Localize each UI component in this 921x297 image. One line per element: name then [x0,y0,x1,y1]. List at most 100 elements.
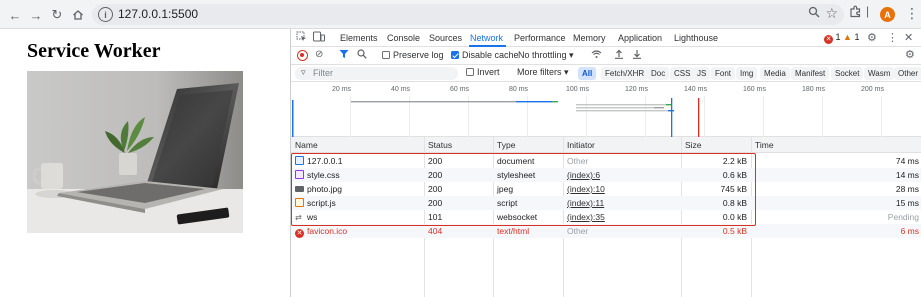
request-name[interactable]: 127.0.0.1 [295,156,342,166]
request-status: 200 [428,156,443,166]
type-filter-font[interactable]: Font [711,67,736,80]
request-time: Pending [887,212,919,222]
request-type: jpeg [497,184,514,194]
search-icon[interactable] [357,49,367,61]
request-status: 200 [428,184,443,194]
timeline-bar-document [351,101,516,103]
back-icon[interactable]: ← [5,5,25,25]
request-size: 2.2 kB [722,156,747,166]
address-bar[interactable]: i 127.0.0.1:5500 ☆ [92,4,844,25]
request-status: 200 [428,170,443,180]
request-name[interactable]: ✕ favicon.ico [295,226,347,238]
reload-icon[interactable]: ↻ [47,5,67,25]
timeline-bar-document-download [516,101,552,103]
tab-elements[interactable]: Elements [340,33,378,43]
type-filter-wasm[interactable]: Wasm [864,67,895,80]
type-filter-js[interactable]: JS [693,67,711,80]
tab-application[interactable]: Application [618,33,662,43]
extensions-icon[interactable] [849,5,862,21]
request-initiator-link[interactable]: (index):35 [567,212,605,222]
error-count: 1 [835,32,841,42]
preserve-log-checkbox[interactable]: Preserve log [382,50,444,60]
request-name[interactable]: script.js [295,198,336,208]
tab-sources[interactable]: Sources [429,33,462,43]
request-name[interactable]: ⇄ ws [295,212,317,222]
filter-funnel-icon[interactable] [339,49,349,61]
inspect-element-icon[interactable] [296,31,307,45]
invert-checkbox[interactable]: Invert [466,67,500,77]
disable-cache-checkbox[interactable]: Disable cache [451,50,519,60]
type-filter-css[interactable]: CSS [670,67,695,80]
throttling-select[interactable]: No throttling ▾ [518,50,574,61]
request-initiator-link[interactable]: (index):10 [567,184,605,194]
request-size: 745 kB [720,184,747,194]
column-header-name[interactable]: Name [295,140,318,150]
request-initiator-link[interactable]: (index):11 [567,198,604,208]
column-header-initiator[interactable]: Initiator [567,140,595,150]
timeline-bar-stylesheet-tail [666,104,671,106]
tab-performance[interactable]: Performance [514,33,566,43]
timeline-waterfall-bars [292,98,700,137]
tab-console[interactable]: Console [387,33,420,43]
request-size: 0.5 kB [722,226,747,236]
forward-icon[interactable]: → [26,5,46,25]
error-icon: ✕ [295,229,304,238]
type-filter-img[interactable]: Img [736,67,758,80]
page-heading: Service Worker [27,40,161,62]
export-har-icon[interactable] [632,49,642,61]
network-conditions-icon[interactable] [591,49,602,61]
tab-lighthouse[interactable]: Lighthouse [674,33,718,43]
zoom-icon[interactable] [808,6,820,21]
profile-avatar[interactable]: A [880,7,895,22]
type-filter-fetch-xhr[interactable]: Fetch/XHR [601,67,649,80]
column-header-status[interactable]: Status [428,140,452,150]
issues-badge[interactable]: ✕ 1 ▲ 1 [824,32,860,44]
network-settings-gear-icon[interactable]: ⚙ [905,48,915,61]
address-url[interactable]: 127.0.0.1:5500 [118,7,198,21]
devtools-menu-icon[interactable]: ⋮ [887,31,898,44]
type-filter-all[interactable]: All [578,67,597,80]
browser-menu-icon[interactable]: ⋮ [905,5,919,22]
type-filter-socket[interactable]: Socket [831,67,864,80]
type-filter-manifest[interactable]: Manifest [791,67,830,80]
type-filter-doc[interactable]: Doc [647,67,670,80]
request-time: 74 ms [895,156,919,166]
table-row[interactable]: ✕ favicon.ico 404 text/html Other 0.5 kB … [291,224,921,238]
clear-icon[interactable]: ⊘ [315,49,323,60]
site-info-icon[interactable]: i [98,7,113,22]
tab-memory[interactable]: Memory [573,33,606,43]
websocket-icon: ⇄ [295,213,302,222]
tab-network[interactable]: Network [470,33,503,43]
request-initiator-link[interactable]: (index):6 [567,170,600,180]
device-toolbar-icon[interactable] [313,31,325,45]
type-filter-other[interactable]: Other [894,67,921,80]
filter-input[interactable]: ▿ Filter [295,67,458,80]
throttling-value: No throttling [518,50,567,60]
request-type: document [497,156,535,166]
column-header-size[interactable]: Size [685,140,702,150]
table-row[interactable]: 127.0.0.1 200 document Other 2.2 kB 74 m… [291,154,921,168]
network-overview-timeline[interactable]: 20 ms 40 ms 60 ms 80 ms 100 ms 120 ms 14… [291,82,921,137]
type-filter-media[interactable]: Media [760,67,790,80]
request-status: 404 [428,226,443,236]
import-har-icon[interactable] [614,49,624,61]
table-row[interactable]: ⇄ ws 101 websocket (index):35 0.0 kB Pend… [291,210,921,224]
record-icon[interactable] [297,50,308,61]
request-name[interactable]: style.css [295,170,340,180]
settings-gear-icon[interactable]: ⚙ [867,31,877,44]
bookmark-star-icon[interactable]: ☆ [825,5,838,22]
laptop-photo [27,71,243,233]
home-icon[interactable] [68,5,88,25]
browser-toolbar: ← → ↻ i 127.0.0.1:5500 ☆ | A ⋮ [0,0,921,29]
request-time: 15 ms [895,198,919,208]
column-header-time[interactable]: Time [755,140,774,150]
table-row[interactable]: style.css 200 stylesheet (index):6 0.6 k… [291,168,921,182]
timeline-bar-stylesheet [576,104,666,106]
column-header-type[interactable]: Type [497,140,515,150]
filter-placeholder: Filter [313,68,333,78]
table-row[interactable]: photo.jpg 200 jpeg (index):10 745 kB 28 … [291,182,921,196]
request-name[interactable]: photo.jpg [295,184,342,194]
close-devtools-icon[interactable]: ✕ [904,31,913,44]
more-filters-dropdown[interactable]: More filters ▾ [517,67,569,78]
table-row[interactable]: script.js 200 script (index):11 0.8 kB 1… [291,196,921,210]
